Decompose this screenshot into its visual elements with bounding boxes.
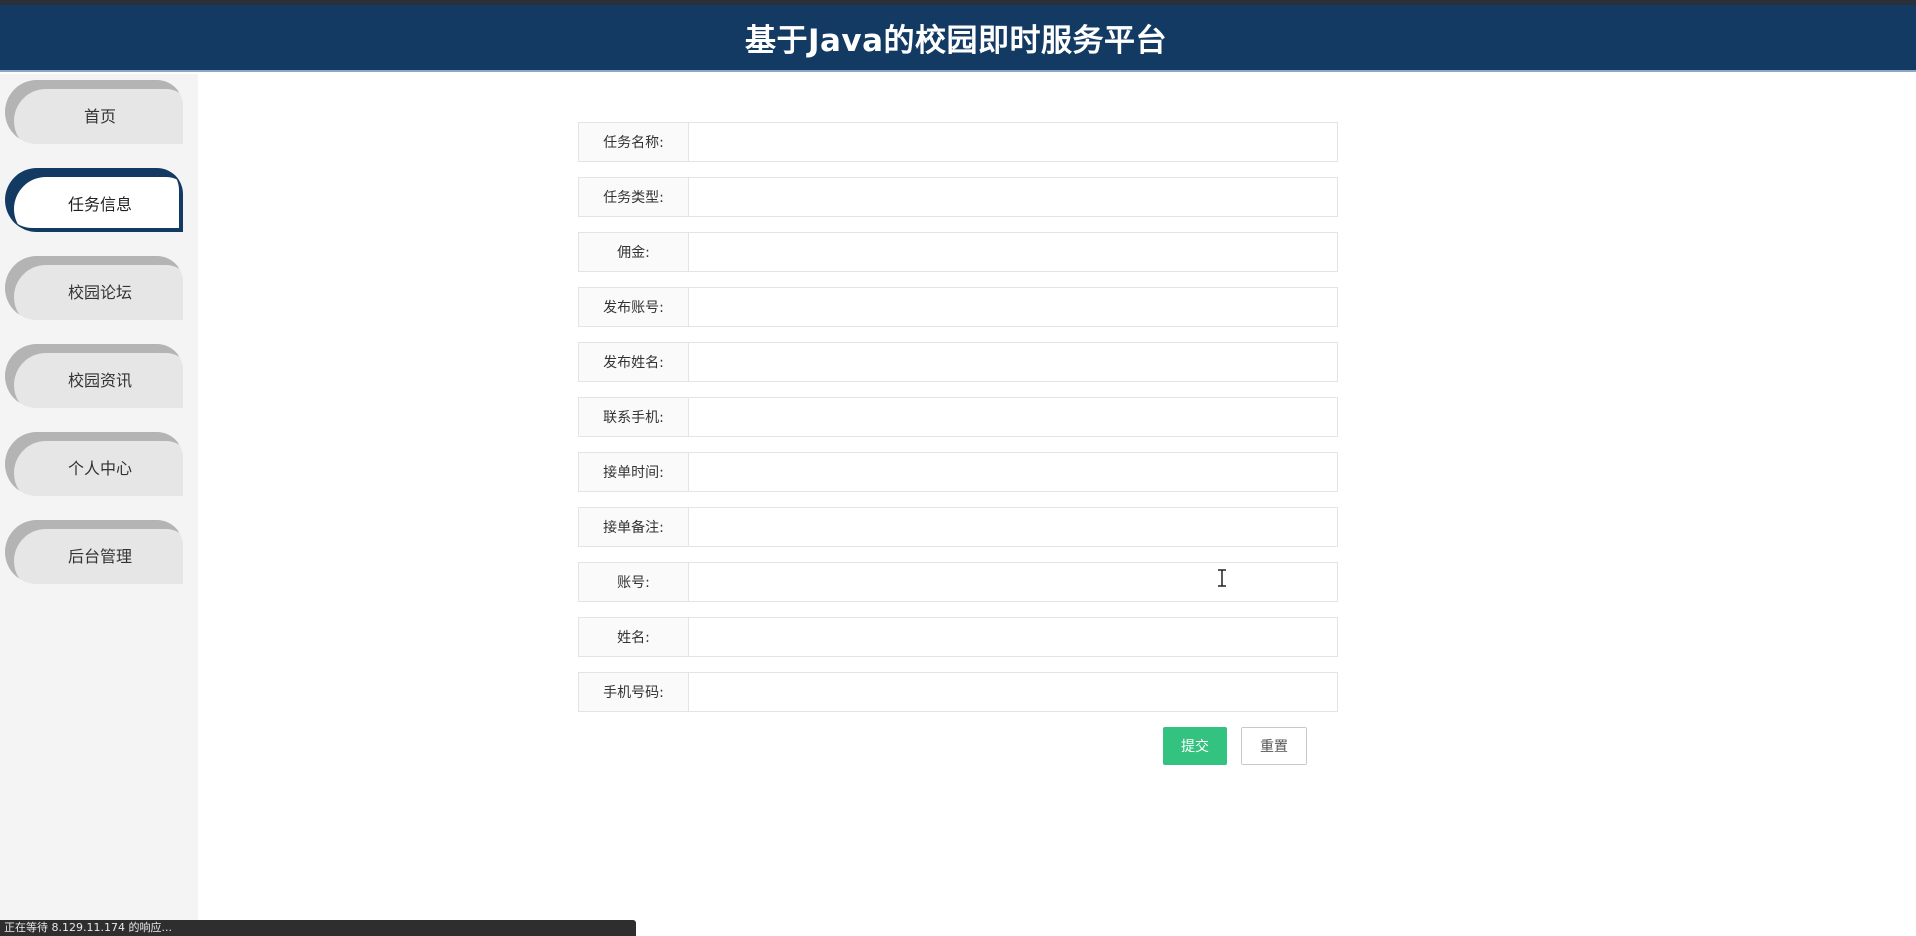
accept-time-input[interactable]: [689, 453, 1337, 491]
site-header: 基于Java的校园即时服务平台: [0, 5, 1916, 72]
contact-phone-input[interactable]: [689, 398, 1337, 436]
sidebar-item-label: 个人中心: [67, 459, 132, 478]
form-row-publisher-name: 发布姓名:: [578, 342, 1338, 382]
sidebar-item-label: 后台管理: [67, 547, 132, 566]
sidebar-item-label: 任务信息: [67, 195, 132, 214]
sidebar-nav: 首页 任务信息 校园论坛 校园资讯 个人中心 后台管理: [0, 74, 198, 936]
sidebar-item-label: 首页: [83, 107, 116, 126]
form-row-accept-time: 接单时间:: [578, 452, 1338, 492]
form-row-phone: 手机号码:: [578, 672, 1338, 712]
commission-input[interactable]: [689, 233, 1337, 271]
sidebar-item-forum[interactable]: 校园论坛: [5, 256, 183, 320]
field-label: 发布账号:: [579, 288, 689, 326]
form-row-name: 姓名:: [578, 617, 1338, 657]
sidebar-item-news[interactable]: 校园资讯: [5, 344, 183, 408]
submit-button[interactable]: 提交: [1163, 727, 1227, 765]
task-type-input[interactable]: [689, 178, 1337, 216]
phone-input[interactable]: [689, 673, 1337, 711]
field-label: 发布姓名:: [579, 343, 689, 381]
form-row-publisher-account: 发布账号:: [578, 287, 1338, 327]
accept-note-input[interactable]: [689, 508, 1337, 546]
form-row-contact-phone: 联系手机:: [578, 397, 1338, 437]
sidebar-item-task-info[interactable]: 任务信息: [5, 168, 183, 232]
publisher-account-input[interactable]: [689, 288, 1337, 326]
field-label: 接单备注:: [579, 508, 689, 546]
form-row-task-name: 任务名称:: [578, 122, 1338, 162]
field-label: 联系手机:: [579, 398, 689, 436]
account-input[interactable]: [689, 563, 1337, 601]
form-row-commission: 佣金:: [578, 232, 1338, 272]
sidebar-item-personal-center[interactable]: 个人中心: [5, 432, 183, 496]
field-label: 任务类型:: [579, 178, 689, 216]
field-label: 账号:: [579, 563, 689, 601]
field-label: 手机号码:: [579, 673, 689, 711]
field-label: 姓名:: [579, 618, 689, 656]
site-title: 基于Java的校园即时服务平台: [744, 23, 1168, 59]
sidebar-item-admin[interactable]: 后台管理: [5, 520, 183, 584]
field-label: 接单时间:: [579, 453, 689, 491]
name-input[interactable]: [689, 618, 1337, 656]
task-name-input[interactable]: [689, 123, 1337, 161]
publisher-name-input[interactable]: [689, 343, 1337, 381]
sidebar-item-label: 校园论坛: [67, 283, 132, 302]
form-row-task-type: 任务类型:: [578, 177, 1338, 217]
field-label: 佣金:: [579, 233, 689, 271]
browser-status-bar: 正在等待 8.129.11.174 的响应...: [0, 920, 636, 936]
reset-button[interactable]: 重置: [1241, 727, 1307, 765]
text-cursor-icon: [1216, 569, 1228, 587]
sidebar-item-home[interactable]: 首页: [5, 80, 183, 144]
field-label: 任务名称:: [579, 123, 689, 161]
sidebar-item-label: 校园资讯: [67, 371, 132, 390]
form-row-accept-note: 接单备注:: [578, 507, 1338, 547]
